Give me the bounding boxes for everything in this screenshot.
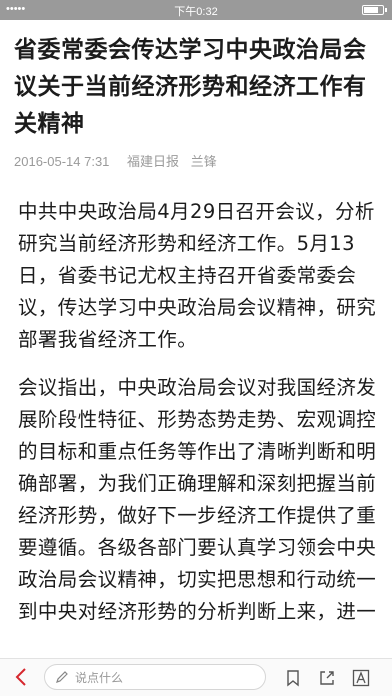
article-source[interactable]: 福建日报	[127, 154, 179, 169]
article-header: 省委常委会传达学习中央政治局会议关于当前经济形势和经济工作有关精神 2016-0…	[14, 32, 378, 170]
status-bar: ••••• 下午0:32	[0, 0, 392, 20]
article-title: 省委常委会传达学习中央政治局会议关于当前经济形势和经济工作有关精神	[14, 37, 367, 137]
bottom-toolbar	[0, 658, 392, 696]
battery-icon	[362, 5, 387, 15]
collect-icon[interactable]	[284, 669, 302, 687]
article-paragraph: 会议指出，中央政治局会议对我国经济发展阶段性特征、形势态势走势、宏观调控的目标和…	[18, 376, 377, 623]
status-time: 下午0:32	[174, 6, 218, 18]
comment-input[interactable]	[73, 668, 257, 688]
back-icon[interactable]	[12, 667, 32, 687]
article-body: 中共中央政治局4月29日召开会议，分析研究当前经济形势和经济工作。5月13日，省…	[18, 196, 378, 644]
article-datetime: 2016-05-14 7:31	[14, 154, 110, 169]
article-paragraph: 中共中央政治局4月29日召开会议，分析研究当前经济形势和经济工作。5月13日，省…	[18, 200, 377, 351]
comment-input-box[interactable]	[44, 664, 266, 690]
share-icon[interactable]	[318, 669, 336, 687]
pencil-icon	[55, 670, 69, 684]
article-author: 兰锋	[190, 154, 217, 169]
article-meta: 2016-05-14 7:31 福建日报 兰锋	[14, 151, 378, 170]
font-size-icon[interactable]	[352, 669, 370, 687]
